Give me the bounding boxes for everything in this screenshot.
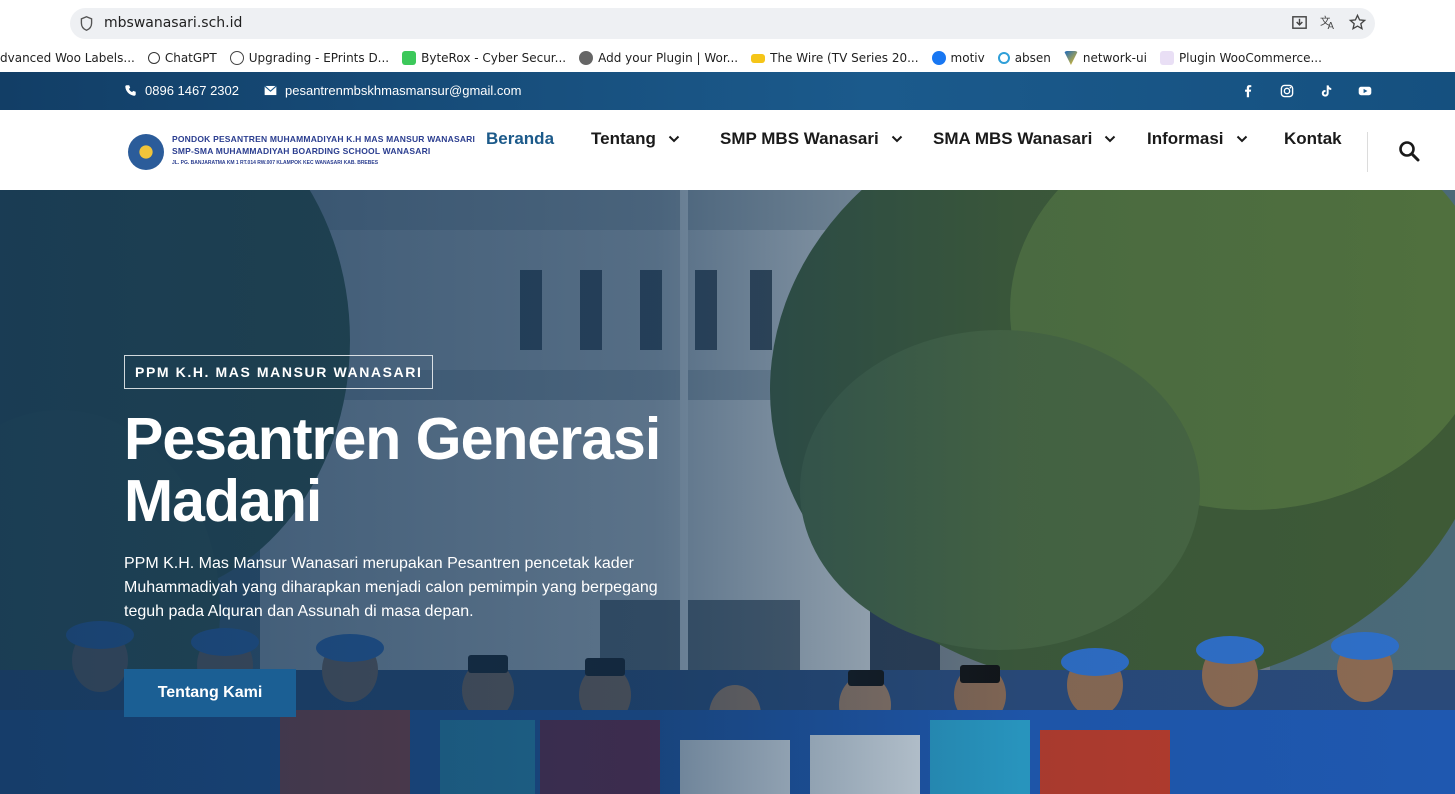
logo-line-2: SMP-SMA MUHAMMADIYAH BOARDING SCHOOL WAN… <box>172 146 431 156</box>
nav-label: Informasi <box>1147 129 1224 148</box>
search-icon[interactable] <box>1398 140 1420 162</box>
svg-text:A: A <box>1328 21 1335 32</box>
email-contact[interactable]: pesantrenmbskhmasmansur@gmail.com <box>264 83 521 98</box>
bookmark-label: Upgrading - EPrints D... <box>248 51 390 65</box>
nav-tentang[interactable]: Tentang <box>591 129 680 149</box>
bookmark-item[interactable]: network-ui <box>1063 51 1147 65</box>
absen-icon <box>997 52 1010 64</box>
nav-label: SMA MBS Wanasari <box>933 129 1093 148</box>
youtube-icon[interactable] <box>1358 84 1372 98</box>
chevron-down-icon <box>891 135 902 143</box>
nav-label: Tentang <box>591 129 656 148</box>
wordpress-icon <box>579 51 594 65</box>
bookmark-label: Plugin WooCommerce... <box>1178 51 1322 65</box>
tiktok-icon[interactable] <box>1319 84 1333 98</box>
hero-title-line-1: Pesantren Generasi <box>124 406 661 472</box>
phone-number: 0896 1467 2302 <box>145 83 239 98</box>
nav-beranda[interactable]: Beranda <box>486 129 554 149</box>
bookmark-item[interactable]: Plugin WooCommerce... <box>1159 51 1322 65</box>
school-seal-icon <box>128 134 164 170</box>
hero-title-line-2: Madani <box>124 468 322 534</box>
chevron-down-icon <box>668 135 680 143</box>
hero-section: PPM K.H. MAS MANSUR WANASARI Pesantren G… <box>0 190 1455 794</box>
bookmark-item[interactable]: Add your Plugin | Wor... <box>579 51 738 65</box>
translate-icon[interactable]: 文A <box>1319 13 1338 32</box>
logo-address: JL. PG. BANJARATMA KM 1 RT.014 RW.007 KL… <box>172 160 379 166</box>
phone-icon <box>125 85 136 96</box>
nav-kontak[interactable]: Kontak <box>1284 129 1342 149</box>
nav-sma[interactable]: SMA MBS Wanasari <box>933 129 1116 149</box>
bookmark-label: ByteRox - Cyber Secur... <box>421 51 567 65</box>
facebook-icon <box>931 51 946 65</box>
tentang-kami-button[interactable]: Tentang Kami <box>124 669 296 717</box>
hero-badge: PPM K.H. MAS MANSUR WANASARI <box>124 355 434 389</box>
hero-title: Pesantren Generasi Madani <box>124 408 704 532</box>
woocommerce-icon <box>1159 51 1174 65</box>
byterox-icon <box>402 51 417 65</box>
nav-label: SMP MBS Wanasari <box>720 129 879 148</box>
nav-divider <box>1367 132 1368 172</box>
email-address: pesantrenmbskhmasmansur@gmail.com <box>285 83 522 98</box>
site-info-icon[interactable] <box>78 15 95 32</box>
bookmark-item[interactable]: Upgrading - EPrints D... <box>229 51 390 65</box>
social-links <box>1216 84 1372 98</box>
browser-chrome: mbswanasari.sch.id 文A dvanced Woo Labels… <box>0 0 1455 72</box>
site-logo[interactable]: PONDOK PESANTREN MUHAMMADIYAH K.H MAS MA… <box>128 132 475 172</box>
bookmark-label: Add your Plugin | Wor... <box>598 51 739 65</box>
top-info-bar: 0896 1467 2302 pesantrenmbskhmasmansur@g… <box>0 72 1455 110</box>
envelope-icon <box>264 85 277 96</box>
imdb-icon <box>751 53 766 63</box>
nav-informasi[interactable]: Informasi <box>1147 129 1248 149</box>
bookmark-item[interactable]: The Wire (TV Series 20... <box>751 51 919 65</box>
bookmark-label: The Wire (TV Series 20... <box>770 51 919 65</box>
instagram-icon[interactable] <box>1280 84 1294 98</box>
address-bar[interactable]: mbswanasari.sch.id 文A <box>70 8 1375 39</box>
facebook-icon[interactable] <box>1241 84 1255 98</box>
bookmark-item[interactable]: dvanced Woo Labels... <box>0 51 135 65</box>
url-text[interactable]: mbswanasari.sch.id <box>104 15 242 31</box>
phone-contact[interactable]: 0896 1467 2302 <box>124 83 239 98</box>
nav-label: Kontak <box>1284 129 1342 148</box>
install-app-icon[interactable] <box>1290 13 1309 32</box>
bookmark-label: network-ui <box>1082 51 1147 65</box>
bookmark-label: absen <box>1014 51 1051 65</box>
bookmark-label: ChatGPT <box>164 51 217 65</box>
bookmark-item[interactable]: ChatGPT <box>147 51 217 65</box>
nav-smp[interactable]: SMP MBS Wanasari <box>720 129 903 149</box>
globe-icon <box>229 51 244 65</box>
hero-description: PPM K.H. Mas Mansur Wanasari merupakan P… <box>124 555 658 620</box>
bookmark-item[interactable]: motiv <box>931 51 985 65</box>
bookmark-star-icon[interactable] <box>1348 13 1367 32</box>
bookmark-item[interactable]: ByteRox - Cyber Secur... <box>402 51 566 65</box>
site-header: PONDOK PESANTREN MUHAMMADIYAH K.H MAS MA… <box>0 110 1455 190</box>
nav-label: Beranda <box>486 129 555 148</box>
chatgpt-icon <box>147 52 160 64</box>
bookmark-item[interactable]: absen <box>997 51 1051 65</box>
chevron-down-icon <box>1105 135 1116 143</box>
bookmark-label: motiv <box>950 51 985 65</box>
vuetify-icon <box>1063 51 1078 65</box>
bookmark-label: dvanced Woo Labels... <box>0 51 135 65</box>
chevron-down-icon <box>1236 135 1247 143</box>
logo-line-1: PONDOK PESANTREN MUHAMMADIYAH K.H MAS MA… <box>172 134 476 144</box>
bookmarks-bar: dvanced Woo Labels... ChatGPT Upgrading … <box>0 46 1335 70</box>
